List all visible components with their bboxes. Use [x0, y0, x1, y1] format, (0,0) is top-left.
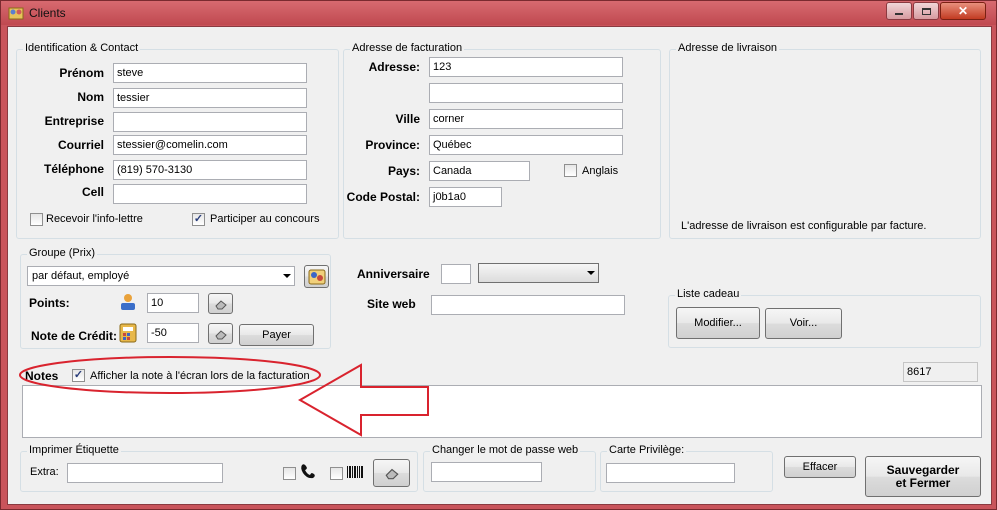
save-close-button[interactable]: Sauvegarder et Fermer — [865, 456, 981, 497]
barcode-label-checkbox[interactable] — [330, 467, 343, 480]
livraison-group: Adresse de livraison — [669, 42, 981, 239]
credit-edit-button[interactable] — [208, 323, 233, 344]
pays-label: Pays: — [387, 164, 420, 178]
barcode-icon — [347, 466, 363, 478]
save-close-label-line2: et Fermer — [895, 475, 951, 490]
cell-input[interactable] — [113, 184, 307, 204]
ville-input[interactable]: corner — [429, 109, 623, 129]
entreprise-input[interactable] — [113, 112, 307, 132]
groupe-prix-value: par défaut, employé — [32, 270, 130, 282]
title-bar[interactable]: Clients ✕ — [1, 1, 996, 25]
payer-button[interactable]: Payer — [239, 324, 314, 346]
groupe-prix-select[interactable]: par défaut, employé — [27, 266, 295, 286]
nom-input[interactable]: tessier — [113, 88, 307, 108]
newsletter-label: Recevoir l'info-lettre — [46, 213, 143, 225]
concours-label: Participer au concours — [210, 213, 320, 225]
points-input[interactable]: 10 — [147, 293, 199, 313]
eraser-icon — [214, 329, 227, 339]
cell-label: Cell — [81, 185, 104, 199]
points-label: Points: — [29, 296, 70, 310]
groupe-prix-title: Groupe (Prix) — [27, 247, 98, 259]
site-web-label: Site web — [367, 297, 416, 311]
code-postal-label: Code Postal: — [346, 190, 420, 204]
phone-label-checkbox[interactable] — [283, 467, 296, 480]
calculator-icon — [119, 323, 137, 343]
close-icon: ✕ — [957, 4, 969, 18]
prenom-label: Prénom — [59, 66, 104, 80]
client-id-field: 8617 — [903, 362, 978, 382]
password-title: Changer le mot de passe web — [430, 444, 581, 456]
app-icon — [8, 7, 24, 20]
site-web-input[interactable] — [431, 295, 625, 315]
province-input[interactable]: Québec — [429, 135, 623, 155]
window-title: Clients — [29, 6, 66, 20]
courriel-input[interactable]: stessier@comelin.com — [113, 135, 307, 155]
check-icon: ✓ — [193, 213, 204, 225]
points-icon — [121, 294, 135, 310]
adresse-label: Adresse: — [368, 60, 420, 74]
telephone-input[interactable]: (819) 570-3130 — [113, 160, 307, 180]
close-button[interactable]: ✕ — [940, 2, 986, 20]
eraser-icon — [385, 468, 399, 480]
users-icon — [308, 269, 325, 284]
nom-label: Nom — [77, 90, 104, 104]
province-label: Province: — [365, 138, 420, 152]
liste-cadeau-title: Liste cadeau — [675, 288, 742, 300]
code-postal-input[interactable]: j0b1a0 — [429, 187, 502, 207]
ville-label: Ville — [395, 112, 420, 126]
credit-input[interactable]: -50 — [147, 323, 199, 343]
extra-input[interactable] — [67, 463, 223, 483]
client-area: Identification & Contact Prénom steve No… — [7, 26, 992, 505]
phone-icon — [301, 464, 315, 479]
anniversaire-month-select[interactable] — [478, 263, 599, 283]
notes-textarea[interactable] — [22, 385, 982, 438]
facturation-title: Adresse de facturation — [350, 42, 465, 54]
prenom-input[interactable]: steve — [113, 63, 307, 83]
maximize-button[interactable] — [913, 2, 939, 20]
chevron-down-icon — [587, 271, 595, 275]
adresse-input[interactable]: 123 — [429, 57, 623, 77]
livraison-note: L'adresse de livraison est configurable … — [681, 220, 927, 232]
telephone-label: Téléphone — [43, 162, 104, 176]
maximize-icon — [921, 7, 931, 15]
anniversaire-label: Anniversaire — [357, 267, 430, 281]
pays-input[interactable]: Canada — [429, 161, 530, 181]
courriel-label: Courriel — [57, 138, 104, 152]
newsletter-checkbox[interactable] — [30, 213, 43, 226]
chevron-down-icon — [283, 274, 291, 278]
credit-label: Note de Crédit: — [31, 329, 118, 343]
print-label-button[interactable] — [373, 459, 410, 487]
eraser-icon — [214, 299, 227, 309]
check-icon: ✓ — [73, 369, 84, 381]
show-note-checkbox[interactable]: ✓ — [72, 369, 85, 382]
adresse2-input[interactable] — [429, 83, 623, 103]
points-edit-button[interactable] — [208, 293, 233, 314]
entreprise-label: Entreprise — [44, 114, 104, 128]
extra-label: Extra: — [30, 466, 59, 478]
livraison-title: Adresse de livraison — [676, 42, 780, 54]
show-note-label: Afficher la note à l'écran lors de la fa… — [90, 370, 310, 382]
notes-label: Notes — [25, 369, 59, 383]
groupe-edit-button[interactable] — [304, 265, 329, 288]
identification-title: Identification & Contact — [23, 42, 141, 54]
save-close-label-line1: Sauvegarder — [886, 462, 960, 477]
liste-cadeau-modifier-button[interactable]: Modifier... — [676, 307, 760, 339]
carte-input[interactable] — [606, 463, 735, 483]
anglais-label: Anglais — [582, 165, 619, 177]
effacer-button[interactable]: Effacer — [784, 456, 856, 478]
anglais-checkbox[interactable] — [564, 164, 577, 177]
window-frame: Clients ✕ Identification & Contact Préno… — [0, 0, 997, 510]
liste-cadeau-voir-button[interactable]: Voir... — [765, 308, 842, 339]
etiquette-title: Imprimer Étiquette — [27, 444, 121, 456]
minimize-icon — [895, 13, 903, 15]
concours-checkbox[interactable]: ✓ — [192, 213, 205, 226]
anniversaire-day-input[interactable] — [441, 264, 471, 284]
minimize-button[interactable] — [886, 2, 912, 20]
password-input[interactable] — [431, 462, 542, 482]
carte-title: Carte Privilège: — [607, 444, 687, 456]
